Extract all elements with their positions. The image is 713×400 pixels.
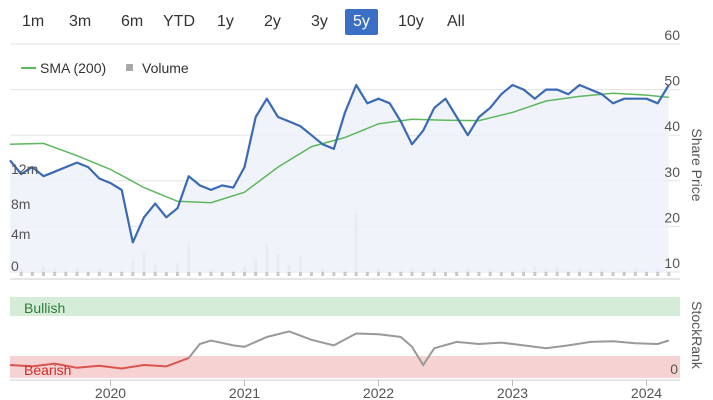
x-tick-label: 2023: [497, 385, 528, 400]
price-tick-label: 20: [664, 209, 680, 225]
volume-bar: [589, 271, 593, 276]
volume-bar: [421, 271, 425, 276]
price-tick-label: 30: [664, 164, 680, 180]
stockrank-tick-label: 0: [670, 361, 678, 377]
bearish-label: Bearish: [24, 362, 71, 378]
volume-bar: [388, 272, 392, 276]
volume-bar: [444, 272, 447, 276]
price-axis-title: Share Price: [689, 128, 705, 201]
volume-bar: [220, 272, 224, 276]
volume-bar: [332, 272, 336, 276]
volume-bar: [164, 272, 168, 276]
volume-tick-label: 0: [11, 258, 19, 274]
price-tick-label: 40: [664, 118, 680, 134]
price-tick-label: 50: [664, 73, 680, 89]
legend: SMA (200) Volume: [21, 60, 189, 76]
legend-volume-label[interactable]: Volume: [142, 60, 189, 76]
x-tick-label: 2021: [229, 385, 260, 400]
volume-bar: [198, 271, 202, 276]
price-tick-label: 60: [664, 27, 680, 43]
volume-bar: [365, 271, 369, 276]
stock-chart-svg: 10 20 30 40 50 60 0 4m 8m 12m 0 2020 2021 2022 2023 202…: [9, 27, 705, 400]
price-area: [10, 85, 669, 272]
x-tick-label: 2024: [631, 385, 662, 400]
stockrank-bands: [10, 297, 680, 378]
stockrank-axis-title: StockRank: [689, 301, 705, 370]
volume-tick-label: 8m: [11, 196, 30, 212]
volume-tick-label: 4m: [11, 226, 30, 242]
volume-bar: [477, 271, 481, 276]
volume-tick-label: 12m: [11, 161, 38, 177]
chart-widget: 1m 3m 6m YTD 1y 2y 3y 5y 10y All 10 20 30 4…: [0, 0, 713, 400]
volume-bar: [499, 272, 503, 276]
price-area-fill: [10, 85, 669, 272]
price-tick-label: 10: [664, 255, 680, 271]
bullish-band: [10, 297, 680, 316]
x-tick-label: 2020: [95, 385, 126, 400]
x-tick-label: 2022: [363, 385, 394, 400]
volume-bar: [310, 271, 313, 276]
volume-bar: [645, 271, 648, 276]
volume-bar: [667, 272, 671, 276]
legend-volume-swatch: [126, 64, 133, 71]
volume-bar: [611, 272, 615, 276]
volume-bar: [86, 271, 90, 276]
legend-sma-label[interactable]: SMA (200): [40, 60, 106, 76]
volume-bar: [109, 272, 112, 276]
bullish-label: Bullish: [24, 300, 65, 316]
volume-bar: [30, 271, 34, 276]
